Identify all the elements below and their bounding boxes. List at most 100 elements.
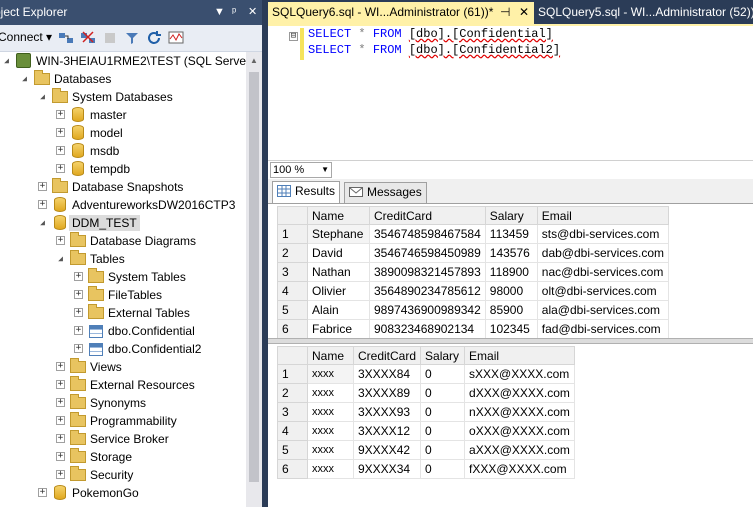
disconnect-icon[interactable] <box>80 30 96 46</box>
table-cell[interactable]: 3XXXX89 <box>352 383 422 403</box>
table-cell[interactable]: olt@dbi-services.com <box>536 281 670 301</box>
refresh-icon[interactable] <box>146 30 162 46</box>
collapse-icon[interactable]: ◢ <box>20 74 29 83</box>
table-cell[interactable]: 0 <box>420 421 466 441</box>
row-number[interactable]: 4 <box>277 281 308 301</box>
table-cell[interactable]: 3890098321457893 <box>369 262 486 282</box>
table-cell[interactable]: sXXX@XXXX.com <box>464 364 575 384</box>
table-row[interactable]: 2 David 3546746598450989 143576 dab@dbi-serv… <box>277 243 670 263</box>
table-row[interactable]: 3 xxxx 3XXXX93 0 nXXX@XXXX.com <box>277 402 575 422</box>
results-splitter[interactable] <box>268 338 753 344</box>
table-cell[interactable]: dXXX@XXXX.com <box>464 383 575 403</box>
table-cell[interactable]: Stephane <box>307 224 370 244</box>
tab-sqlquery5[interactable]: SQLQuery5.sql - WI...Administrator (52))… <box>534 2 753 24</box>
collapse-region-icon[interactable]: ⊟ <box>289 32 298 41</box>
table-cell[interactable]: 143576 <box>484 243 538 263</box>
object-explorer-scrollbar[interactable]: ▲ <box>246 52 262 507</box>
expand-icon[interactable]: + <box>56 398 65 407</box>
column-header[interactable]: CreditCard <box>352 346 422 365</box>
table-cell[interactable]: 0 <box>420 459 466 479</box>
table-cell[interactable]: David <box>307 243 370 263</box>
table-cell[interactable]: xxxx <box>307 440 354 460</box>
expand-icon[interactable]: + <box>56 416 65 425</box>
tab-pin-icon[interactable]: ⊣ <box>500 2 510 22</box>
table-cell[interactable]: 908323468902134 <box>369 319 486 339</box>
stop-icon[interactable] <box>102 30 118 46</box>
row-number[interactable]: 1 <box>277 364 308 384</box>
table-cell[interactable]: xxxx <box>307 459 354 479</box>
table-cell[interactable]: 0 <box>420 440 466 460</box>
row-number[interactable]: 6 <box>277 459 308 479</box>
table-cell[interactable]: Olivier <box>307 281 370 301</box>
collapse-icon[interactable]: ◢ <box>38 218 47 227</box>
expand-icon[interactable]: + <box>56 110 65 119</box>
tab-results[interactable]: Results <box>272 181 341 203</box>
table-cell[interactable]: 0 <box>420 364 466 384</box>
zoom-select[interactable]: 100 % ▼ <box>270 162 332 178</box>
table-cell[interactable]: 3XXXX12 <box>352 421 422 441</box>
tab-sqlquery6[interactable]: SQLQuery6.sql - WI...Administrator (61))… <box>268 2 534 24</box>
collapse-icon[interactable]: ◢ <box>38 92 47 101</box>
table-cell[interactable]: fXXX@XXXX.com <box>464 459 575 479</box>
table-cell[interactable]: 0 <box>420 402 466 422</box>
table-cell[interactable]: dab@dbi-services.com <box>536 243 670 263</box>
table-cell[interactable]: 113459 <box>484 224 538 244</box>
table-row[interactable]: 6 Fabrice 908323468902134 102345 fad@dbi-ser… <box>277 319 670 339</box>
tab-messages[interactable]: Messages <box>344 182 427 203</box>
collapse-icon[interactable]: ◢ <box>2 56 11 65</box>
scrollbar-thumb[interactable] <box>249 72 259 482</box>
expand-icon[interactable]: + <box>56 362 65 371</box>
table-cell[interactable]: 3564890234785612 <box>369 281 486 301</box>
table-cell[interactable]: 3XXXX93 <box>352 402 422 422</box>
row-number[interactable]: 5 <box>277 300 308 320</box>
table-cell[interactable]: 85900 <box>484 300 538 320</box>
table-cell[interactable]: fad@dbi-services.com <box>536 319 670 339</box>
table-row[interactable]: 3 Nathan 3890098321457893 118900 nac@dbi-ser… <box>277 262 670 282</box>
table-cell[interactable]: nXXX@XXXX.com <box>464 402 575 422</box>
table-cell[interactable]: 102345 <box>484 319 538 339</box>
table-cell[interactable]: Alain <box>307 300 370 320</box>
expand-icon[interactable]: + <box>74 344 83 353</box>
expand-icon[interactable]: + <box>74 272 83 281</box>
expand-icon[interactable]: + <box>38 488 47 497</box>
scroll-up-icon[interactable]: ▲ <box>250 56 258 65</box>
panel-dropdown-icon[interactable]: ▼ <box>214 0 225 25</box>
expand-icon[interactable]: + <box>56 128 65 137</box>
column-header[interactable]: Email <box>464 346 575 365</box>
row-number[interactable]: 1 <box>277 224 308 244</box>
table-cell[interactable]: 0 <box>420 383 466 403</box>
row-number[interactable]: 3 <box>277 402 308 422</box>
activity-monitor-icon[interactable] <box>168 30 184 46</box>
expand-icon[interactable]: + <box>38 200 47 209</box>
expand-icon[interactable]: + <box>38 182 47 191</box>
table-cell[interactable]: oXXX@XXXX.com <box>464 421 575 441</box>
expand-icon[interactable]: + <box>56 452 65 461</box>
expand-icon[interactable]: + <box>56 380 65 389</box>
column-header[interactable]: Name <box>307 206 370 225</box>
expand-icon[interactable]: + <box>56 164 65 173</box>
table-cell[interactable]: 3546746598450989 <box>369 243 486 263</box>
expand-icon[interactable]: + <box>74 326 83 335</box>
table-cell[interactable]: 3546748598467584 <box>369 224 486 244</box>
expand-icon[interactable]: + <box>56 470 65 479</box>
expand-icon[interactable]: + <box>74 308 83 317</box>
table-cell[interactable]: 3XXXX84 <box>352 364 422 384</box>
results-grid-2[interactable]: Name CreditCard Salary Email 1 xxxx 3XXXX8… <box>277 346 575 479</box>
table-row[interactable]: 5 Alain 9897436900989342 85900 ala@dbi-servi… <box>277 300 670 320</box>
table-cell[interactable]: xxxx <box>307 364 354 384</box>
panel-close-icon[interactable]: ✕ <box>248 0 257 25</box>
row-number[interactable]: 2 <box>277 243 308 263</box>
row-number[interactable]: 6 <box>277 319 308 339</box>
table-cell[interactable]: 98000 <box>484 281 538 301</box>
column-header[interactable]: Name <box>307 346 354 365</box>
table-row[interactable]: 1 Stephane 3546748598467584 113459 sts@dbi-s… <box>277 224 670 244</box>
table-row[interactable]: 2 xxxx 3XXXX89 0 dXXX@XXXX.com <box>277 383 575 403</box>
table-cell[interactable]: aXXX@XXXX.com <box>464 440 575 460</box>
table-cell[interactable]: 118900 <box>484 262 538 282</box>
column-header[interactable]: Salary <box>484 206 538 225</box>
table-row[interactable]: 4 Olivier 3564890234785612 98000 olt@dbi-ser… <box>277 281 670 301</box>
results-grid-1[interactable]: Name CreditCard Salary Email 1 Stephane 35… <box>277 206 670 339</box>
table-row[interactable]: 4 xxxx 3XXXX12 0 oXXX@XXXX.com <box>277 421 575 441</box>
table-cell[interactable]: xxxx <box>307 383 354 403</box>
table-row[interactable]: 5 xxxx 9XXXX42 0 aXXX@XXXX.com <box>277 440 575 460</box>
